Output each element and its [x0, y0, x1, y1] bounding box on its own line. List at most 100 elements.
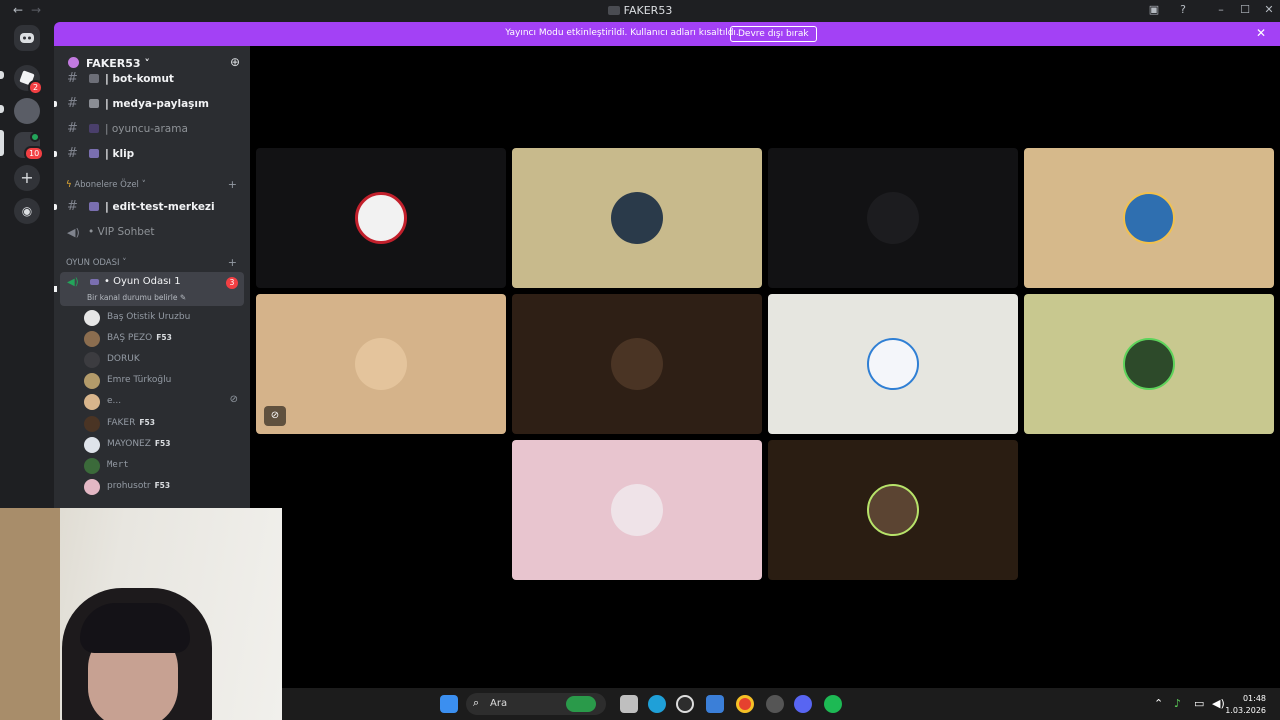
voice-member[interactable]: e... ⊘ — [84, 392, 244, 412]
participant-avatar — [355, 192, 407, 244]
unread-indicator — [54, 151, 57, 157]
mention-badge: 2 — [28, 80, 44, 95]
member-name-text: Baş Otistik Uruzbu — [107, 312, 191, 322]
discover-compass-icon[interactable]: ◉ — [14, 198, 40, 224]
store-icon[interactable] — [706, 695, 724, 713]
member-name-text: Mert — [107, 460, 129, 470]
voice-member[interactable]: BAŞ PEZO F53 — [84, 329, 244, 349]
channel-klip[interactable]: # | klip — [54, 143, 250, 165]
maximize-button[interactable]: ☐ — [1235, 3, 1255, 16]
channel-vip-sohbet[interactable]: ◀) • VIP Sohbet — [54, 221, 250, 243]
avatar — [84, 437, 100, 453]
channel-label: | edit-test-merkezi — [105, 201, 215, 213]
participant-tile[interactable]: ⊘ — [256, 294, 506, 434]
search-highlight-icon — [566, 696, 596, 712]
voice-member[interactable]: DORUK — [84, 350, 244, 370]
member-name-text: MAYONEZ — [107, 439, 151, 449]
participant-tile[interactable] — [512, 294, 762, 434]
channel-label: | klip — [105, 148, 135, 160]
close-banner-icon[interactable]: ✕ — [1256, 26, 1266, 40]
media-player-icon[interactable] — [676, 695, 694, 713]
member-name: Mert — [107, 460, 129, 470]
voice-member[interactable]: Emre Türkoğlu — [84, 371, 244, 391]
help-icon[interactable]: ? — [1173, 3, 1193, 16]
member-name: DORUK — [107, 354, 140, 364]
avatar — [84, 352, 100, 368]
participant-tile[interactable] — [768, 440, 1018, 580]
volume-icon[interactable]: ◀) — [1212, 697, 1225, 710]
discord-home-button[interactable] — [14, 25, 40, 51]
door-background — [0, 508, 60, 720]
channel-sidebar: FAKER53 ˅ ⊕ # | bot-komut # | medya-payl… — [54, 46, 250, 520]
avatar — [84, 331, 100, 347]
microphone-icon[interactable]: ♪ — [1174, 697, 1181, 710]
channel-edit-test-merkezi[interactable]: # | edit-test-merkezi — [54, 196, 250, 218]
invite-people-icon[interactable]: ⊕ — [230, 55, 240, 69]
inbox-icon[interactable]: ▣ — [1144, 3, 1164, 16]
avatar — [84, 394, 100, 410]
voice-member[interactable]: Mert — [84, 456, 244, 476]
member-tag: F53 — [156, 333, 172, 342]
close-window-button[interactable]: ✕ — [1259, 3, 1279, 16]
muted-mic-icon: ⊘ — [264, 406, 286, 426]
participant-tile[interactable] — [768, 294, 1018, 434]
text-channel-icon: # — [67, 199, 78, 214]
taskbar-clock[interactable]: 01:48 1.03.2026 — [1225, 693, 1266, 717]
taskbar-search[interactable]: ⌕ Ara — [466, 693, 606, 715]
member-name: e... — [107, 396, 121, 406]
category-oyun-odasi[interactable]: OYUN ODASI ˅ — [66, 258, 126, 268]
add-server-button[interactable]: + — [14, 165, 40, 191]
file-explorer-icon[interactable] — [620, 695, 638, 713]
voice-member[interactable]: prohusotr F53 — [84, 477, 244, 497]
minimize-button[interactable]: – — [1211, 3, 1231, 16]
participant-avatar — [867, 192, 919, 244]
edge-browser-icon[interactable] — [648, 695, 666, 713]
participant-tile[interactable] — [512, 440, 762, 580]
channel-emoji-icon — [89, 124, 99, 133]
display-icon[interactable]: ▭ — [1194, 697, 1204, 710]
channel-oyuncu-arama[interactable]: # | oyuncu-arama — [54, 118, 250, 140]
participant-tile[interactable] — [1024, 148, 1274, 288]
add-channel-icon[interactable]: + — [228, 178, 237, 191]
unread-indicator — [54, 286, 57, 292]
participant-tile[interactable] — [768, 148, 1018, 288]
channel-emoji-icon — [89, 99, 99, 108]
chrome-icon[interactable] — [736, 695, 754, 713]
member-name-text: Emre Türkoğlu — [107, 375, 172, 385]
participant-tile[interactable] — [512, 148, 762, 288]
participant-avatar — [355, 338, 407, 390]
banner-message: Yayıncı Modu etkinleştirildi. Kullanıcı … — [505, 28, 739, 38]
steam-icon[interactable] — [766, 695, 784, 713]
avatar — [84, 458, 100, 474]
set-channel-status-link[interactable]: Bir kanal durumu belirle ✎ — [87, 293, 186, 302]
channel-label: | medya-paylaşım — [105, 98, 209, 110]
channel-medya-paylasim[interactable]: # | medya-paylaşım — [54, 93, 250, 115]
voice-indicator — [30, 132, 40, 142]
channel-label: | oyuncu-arama — [105, 123, 188, 135]
member-name-text: FAKER — [107, 418, 136, 428]
spotify-icon[interactable] — [824, 695, 842, 713]
selected-indicator — [0, 130, 4, 156]
clock-date: 1.03.2026 — [1225, 706, 1266, 715]
participant-avatar — [1123, 192, 1175, 244]
discord-taskbar-icon[interactable] — [794, 695, 812, 713]
tray-chevron-icon[interactable]: ⌃ — [1154, 697, 1163, 710]
start-button-icon[interactable] — [440, 695, 458, 713]
participant-tile[interactable] — [1024, 294, 1274, 434]
participant-tile[interactable] — [256, 148, 506, 288]
disable-streamer-mode-button[interactable]: Devre dışı bırak — [730, 26, 817, 42]
voice-channel-oyun-odasi-1[interactable]: ◀) • Oyun Odası 1 3 Bir kanal durumu bel… — [60, 272, 244, 306]
voice-member[interactable]: FAKER F53 — [84, 414, 244, 434]
voice-stage-grid: ⊘ — [250, 46, 1280, 688]
search-icon: ⌕ — [473, 696, 480, 709]
add-channel-icon[interactable]: + — [228, 256, 237, 269]
voice-member[interactable]: Baş Otistik Uruzbu — [84, 308, 244, 328]
member-name: MAYONEZ F53 — [107, 439, 170, 449]
channel-bot-komut[interactable]: # | bot-komut — [54, 68, 250, 90]
voice-member[interactable]: MAYONEZ F53 — [84, 435, 244, 455]
server-icon-2[interactable] — [14, 98, 40, 124]
member-name-text: e... — [107, 396, 122, 406]
member-name: Baş Otistik Uruzbu — [107, 312, 190, 322]
member-name: BAŞ PEZO F53 — [107, 333, 172, 343]
category-abonelere-ozel[interactable]: ϟ Abonelere Özel ˅ — [66, 180, 146, 190]
